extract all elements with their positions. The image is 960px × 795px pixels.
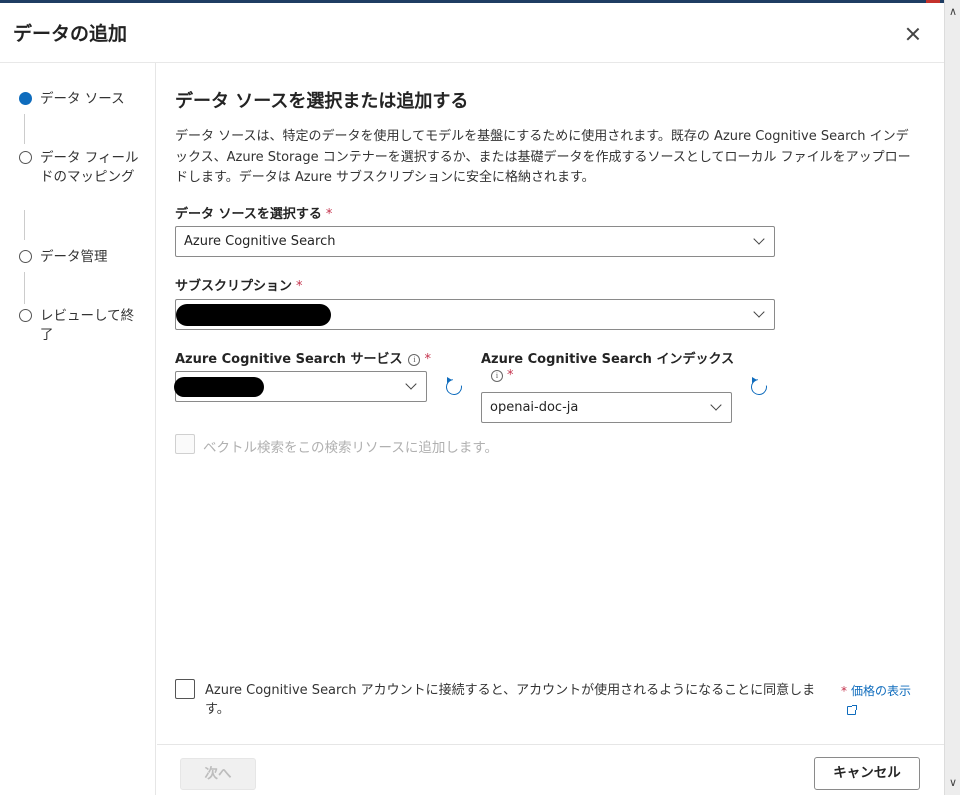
search-index-label-icons: i * — [481, 368, 514, 383]
step-label: レビューして終了 — [40, 308, 135, 343]
required-marker: * — [325, 207, 333, 222]
step-connector — [24, 210, 25, 240]
chevron-down-icon — [710, 399, 722, 411]
search-index-select[interactable]: openai-doc-ja — [481, 392, 732, 423]
add-data-dialog: データの追加 データ ソース データ フィールドのマッピング データ管理 レビュ… — [0, 3, 944, 795]
step-label: データ管理 — [40, 249, 108, 265]
external-link-icon[interactable] — [847, 705, 857, 715]
scroll-up-icon[interactable]: ∧ — [945, 4, 960, 20]
data-source-select[interactable]: Azure Cognitive Search — [175, 226, 775, 257]
required-marker: * — [424, 352, 431, 367]
step-inactive-icon — [19, 151, 32, 164]
dialog-title: データの追加 — [13, 23, 128, 45]
redacted-value — [174, 377, 264, 397]
search-index-value: openai-doc-ja — [490, 400, 579, 415]
required-marker: * — [841, 684, 847, 698]
info-icon[interactable]: i — [408, 354, 421, 366]
consent-checkbox[interactable] — [175, 679, 195, 699]
consent-label: Azure Cognitive Search アカウントに接続すると、アカウント… — [205, 683, 816, 717]
vector-search-label: ベクトル検索をこの検索リソースに追加します。 — [203, 440, 498, 456]
search-service-select[interactable] — [174, 371, 427, 402]
subscription-label: サブスクリプション * — [175, 279, 303, 294]
required-marker: * — [296, 279, 303, 294]
chevron-down-icon — [405, 378, 417, 390]
step-inactive-icon — [19, 309, 32, 322]
pricing-link[interactable]: * 価格の表示 — [841, 682, 921, 700]
next-button[interactable]: 次へ — [180, 758, 256, 790]
refresh-service-icon[interactable] — [442, 375, 466, 399]
section-description: データ ソースは、特定のデータを使用してモデルを基盤にするために使用されます。既… — [175, 129, 911, 185]
close-icon[interactable] — [902, 23, 924, 45]
search-index-label: Azure Cognitive Search インデックス — [481, 352, 735, 367]
footer-divider — [157, 744, 944, 745]
section-title: データ ソースを選択または追加する — [175, 91, 469, 112]
vector-search-checkbox[interactable] — [175, 434, 195, 454]
step-inactive-icon — [19, 250, 32, 263]
step-connector — [24, 114, 25, 144]
step-connector — [24, 272, 25, 304]
page-scrollbar[interactable]: ∧ ∨ — [944, 0, 960, 795]
refresh-index-icon[interactable] — [747, 375, 771, 399]
data-source-label: データ ソースを選択する * — [175, 207, 333, 222]
search-service-label: Azure Cognitive Search サービス i * — [175, 352, 431, 367]
redacted-value — [176, 304, 331, 326]
wizard-steps: データ ソース データ フィールドのマッピング データ管理 レビューして終了 — [0, 63, 156, 795]
required-marker: * — [507, 368, 514, 383]
step-label: データ ソース — [40, 91, 125, 107]
step-active-icon — [19, 92, 32, 105]
info-icon[interactable]: i — [491, 370, 503, 382]
chevron-down-icon — [753, 306, 765, 318]
cancel-button[interactable]: キャンセル — [814, 757, 920, 790]
subscription-select[interactable] — [175, 299, 775, 330]
step-label: データ フィールドのマッピング — [40, 150, 139, 185]
scroll-down-icon[interactable]: ∨ — [945, 775, 960, 791]
chevron-down-icon — [753, 233, 765, 245]
data-source-value: Azure Cognitive Search — [184, 234, 336, 249]
